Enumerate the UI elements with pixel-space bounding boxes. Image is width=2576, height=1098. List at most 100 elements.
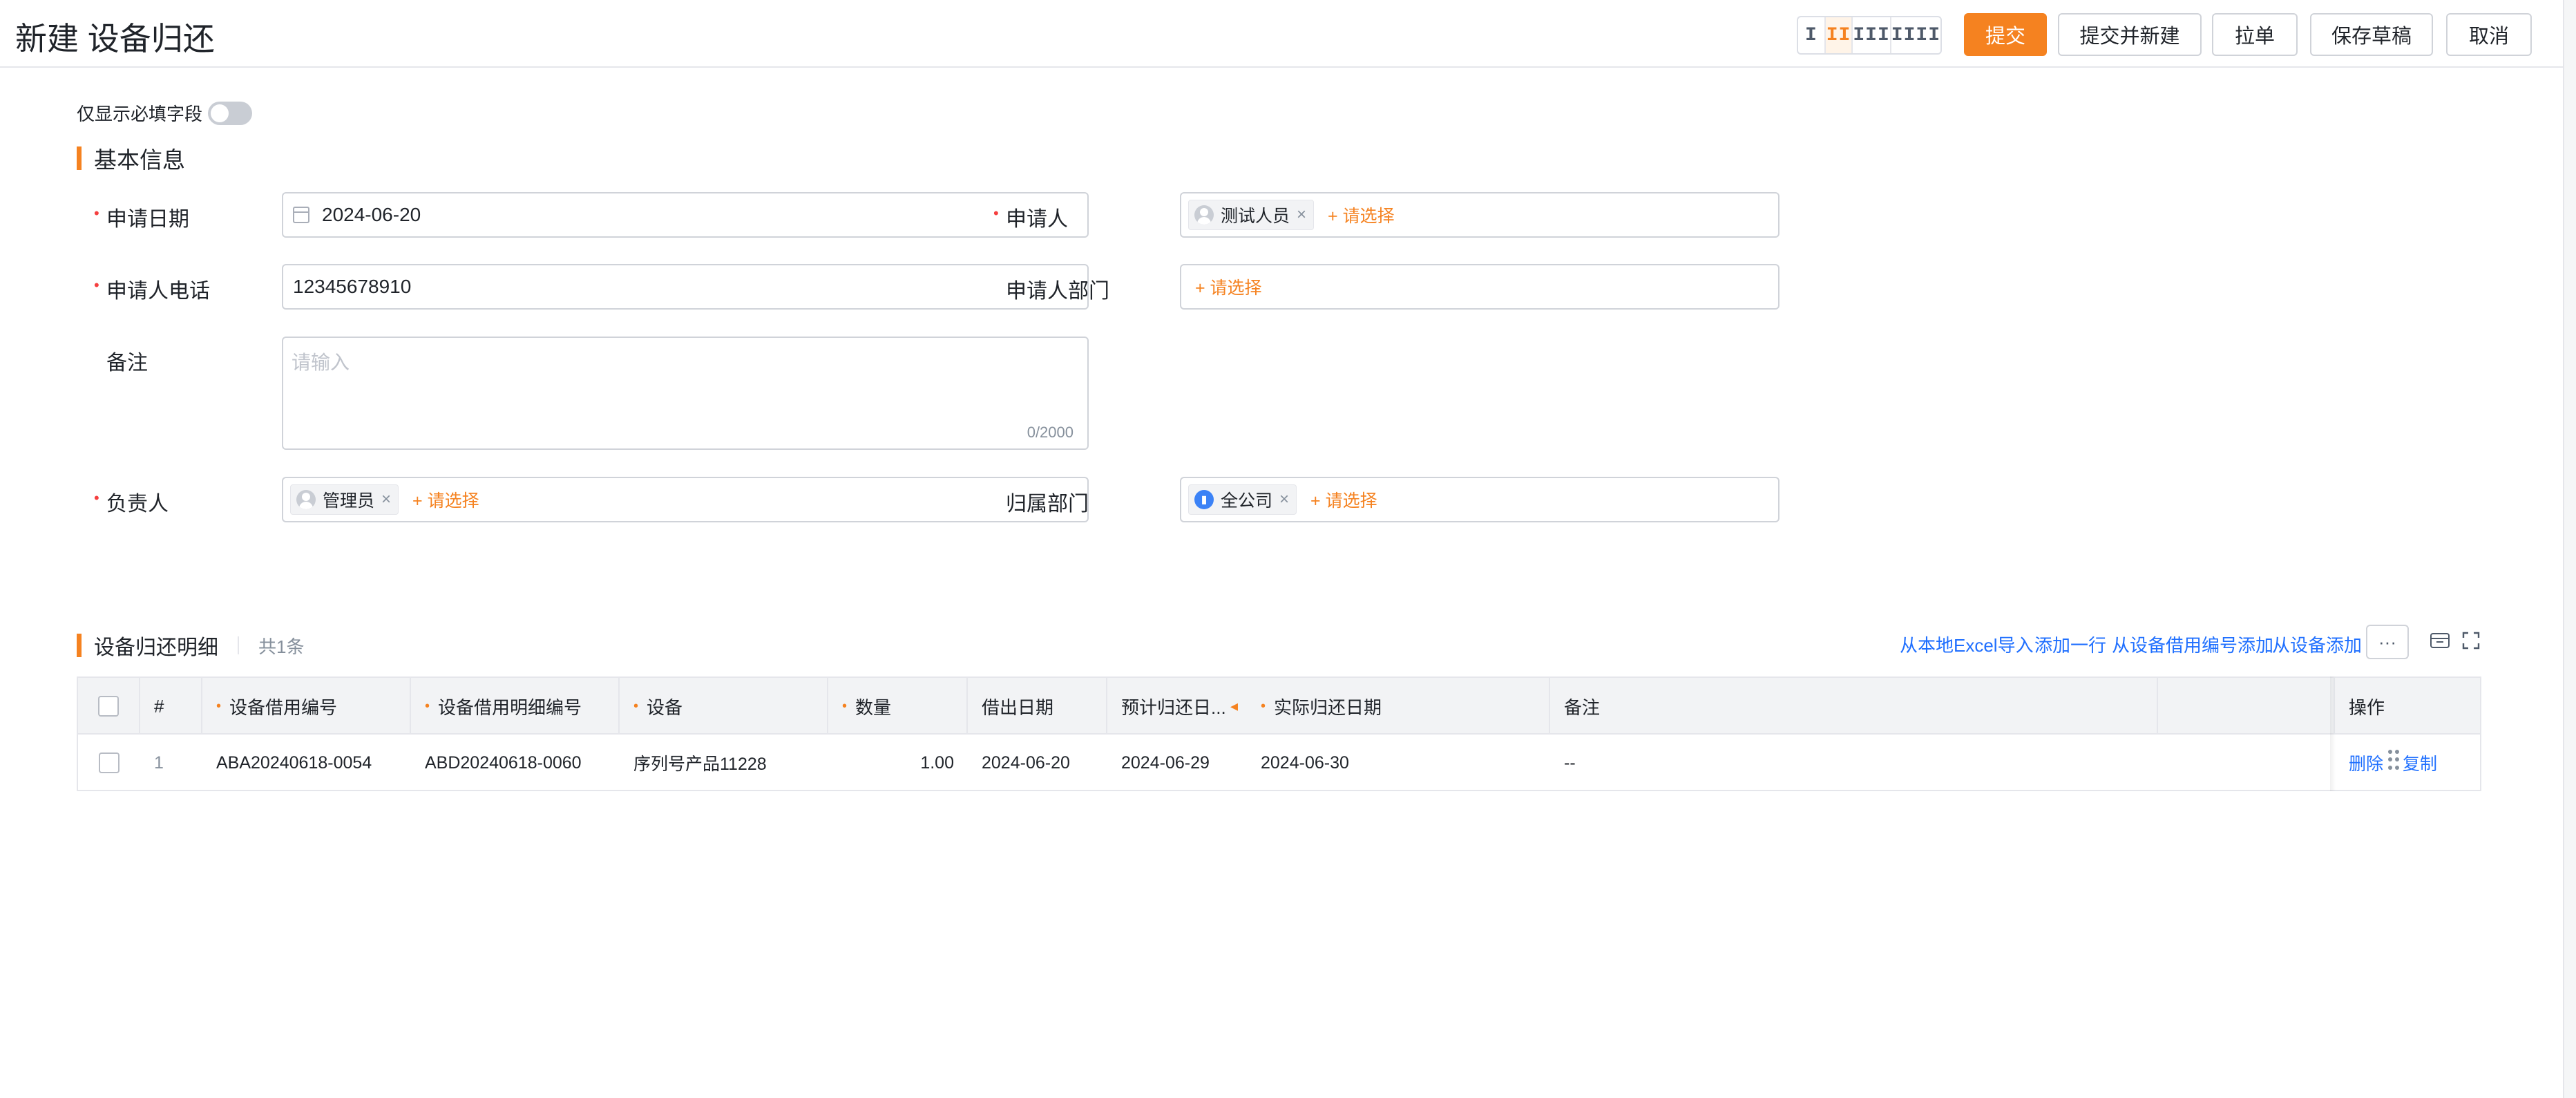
cancel-button[interactable]: 取消 xyxy=(2446,13,2532,56)
detail-section-title: 设备归还明细 xyxy=(94,636,218,659)
required-mark: • xyxy=(425,698,430,714)
col-header-index: # xyxy=(140,678,202,735)
col-header-actions: 操作 xyxy=(2349,697,2385,718)
layout-three-column-option[interactable]: III xyxy=(1853,17,1891,53)
cell-actual-date[interactable]: 2024-06-30 xyxy=(1247,735,1550,791)
add-from-device-link[interactable]: 从设备添加 xyxy=(2272,632,2362,657)
phone-input[interactable]: 12345678910 xyxy=(282,264,1089,310)
belong-dept-label: 归属部门 xyxy=(1006,493,1089,515)
belong-dept-tag: ▮ 全公司 × xyxy=(1188,484,1297,515)
col-header-borrow-no-text: 设备借用编号 xyxy=(229,697,338,718)
remove-dept-close-icon[interactable]: × xyxy=(1279,490,1289,509)
column-settings-icon[interactable] xyxy=(2430,631,2450,650)
remark-label: 备注 xyxy=(106,352,148,375)
fullscreen-icon[interactable] xyxy=(2461,631,2481,650)
applicant-label-text: 申请人 xyxy=(1006,208,1068,231)
remove-owner-close-icon[interactable]: × xyxy=(381,490,391,509)
cell-quantity[interactable]: 1.00 xyxy=(828,735,968,791)
col-header-actual-date-text: 实际归还日期 xyxy=(1274,697,1382,718)
required-mark: • xyxy=(1261,698,1266,714)
department-field[interactable]: + 请选择 xyxy=(1180,264,1780,310)
required-mark: • xyxy=(842,698,848,714)
required-mark: • xyxy=(94,276,99,294)
owner-add-link[interactable]: + 请选择 xyxy=(412,487,479,512)
pull-order-button[interactable]: 拉单 xyxy=(2212,13,2298,56)
submit-button[interactable]: 提交 xyxy=(1964,13,2047,56)
owner-field[interactable]: 管理员 × + 请选择 xyxy=(282,477,1089,522)
cell-device[interactable]: 序列号产品11228 xyxy=(620,735,828,791)
department-label: 申请人部门 xyxy=(1006,280,1109,303)
department-add-link[interactable]: + 请选择 xyxy=(1195,274,1262,299)
detail-row-count: 共1条 xyxy=(258,636,305,657)
basic-info-section-title: 基本信息 xyxy=(94,147,185,173)
section-accent-bar xyxy=(77,146,82,170)
apply-date-label-text: 申请日期 xyxy=(106,208,189,231)
owner-tag: 管理员 × xyxy=(290,484,399,515)
phone-value: 12345678910 xyxy=(293,276,412,297)
apply-date-value: 2024-06-20 xyxy=(322,204,421,225)
layout-two-column-option[interactable]: II xyxy=(1825,17,1853,53)
owner-label-text: 负责人 xyxy=(106,493,169,515)
remove-applicant-close-icon[interactable]: × xyxy=(1297,205,1306,225)
calendar-icon xyxy=(293,207,309,223)
required-mark: • xyxy=(633,698,639,714)
owner-label: • 负责人 xyxy=(94,486,169,517)
col-header-detail-no[interactable]: • 设备借用明细编号 xyxy=(411,678,620,735)
import-excel-link[interactable]: 从本地Excel导入 xyxy=(1900,632,2034,657)
phone-label: • 申请人电话 xyxy=(94,274,210,304)
applicant-add-link[interactable]: + 请选择 xyxy=(1328,202,1395,227)
copy-row-link[interactable]: 复制 xyxy=(2403,750,2437,775)
delete-row-link[interactable]: 删除 xyxy=(2349,750,2383,775)
cell-remark[interactable]: -- xyxy=(1550,735,2158,791)
page-title: 新建 设备归还 xyxy=(15,21,215,57)
layout-one-column-option[interactable]: I xyxy=(1798,17,1826,53)
cell-borrow-no[interactable]: ABA20240618-0054 xyxy=(202,735,411,791)
owner-tag-text: 管理员 xyxy=(323,491,375,511)
applicant-tag-text: 测试人员 xyxy=(1221,207,1290,226)
row-select-cell xyxy=(78,735,140,791)
required-only-toggle-row: 仅显示必填字段 xyxy=(77,100,253,126)
applicant-field[interactable]: 测试人员 × + 请选择 xyxy=(1180,192,1780,238)
page-header: 新建 设备归还 I II III IIII 提交 提交并新建 拉单 保存草稿 取… xyxy=(0,0,2563,68)
layout-four-column-option[interactable]: IIII xyxy=(1891,17,1940,53)
organization-icon: ▮ xyxy=(1194,490,1214,509)
col-header-expect-date[interactable]: 预计归还日... xyxy=(1107,678,1247,735)
belong-dept-tag-text: 全公司 xyxy=(1221,491,1273,511)
window-edge-scrollbar[interactable] xyxy=(2563,0,2576,1098)
row-checkbox[interactable] xyxy=(99,752,120,773)
belong-dept-add-link[interactable]: + 请选择 xyxy=(1310,487,1377,512)
submit-and-new-button[interactable]: 提交并新建 xyxy=(2058,13,2202,56)
apply-date-label: • 申请日期 xyxy=(94,202,189,232)
cell-out-date[interactable]: 2024-06-20 xyxy=(968,735,1107,791)
save-draft-button[interactable]: 保存草稿 xyxy=(2310,13,2433,56)
col-header-actual-date[interactable]: • 实际归还日期 xyxy=(1247,678,1550,735)
add-row-link[interactable]: 添加一行 xyxy=(2034,632,2106,657)
required-mark: • xyxy=(94,489,99,507)
apply-date-field[interactable]: 2024-06-20 xyxy=(282,192,1089,238)
col-header-borrow-no[interactable]: • 设备借用编号 xyxy=(202,678,411,735)
belong-dept-field[interactable]: ▮ 全公司 × + 请选择 xyxy=(1180,477,1780,522)
required-mark: • xyxy=(94,205,99,222)
cell-detail-no[interactable]: ABD20240618-0060 xyxy=(411,735,620,791)
col-header-quantity-text: 数量 xyxy=(855,697,892,718)
drag-handle-icon[interactable] xyxy=(2388,750,2399,770)
required-mark: • xyxy=(993,205,999,222)
select-all-checkbox[interactable] xyxy=(98,696,119,717)
col-header-device-text: 设备 xyxy=(647,697,683,718)
add-from-borrow-no-link[interactable]: 从设备借用编号添加 xyxy=(2112,632,2273,657)
fixed-column-shadow xyxy=(2330,676,2336,791)
col-header-quantity[interactable]: • 数量 xyxy=(828,678,968,735)
cell-expect-date[interactable]: 2024-06-29 xyxy=(1107,735,1247,791)
detail-table: # • 设备借用编号 • 设备借用明细编号 • 设备 • 数量 借出日期 预计归还日..… xyxy=(77,676,2481,791)
more-options-button[interactable]: ··· xyxy=(2366,625,2409,659)
col-header-blank xyxy=(2158,678,2335,735)
phone-label-text: 申请人电话 xyxy=(106,280,210,303)
col-header-out-date[interactable]: 借出日期 xyxy=(968,678,1107,735)
required-only-toggle[interactable] xyxy=(208,101,253,125)
divider xyxy=(238,636,239,654)
col-header-device[interactable]: • 设备 xyxy=(620,678,828,735)
user-avatar-icon xyxy=(1194,205,1214,225)
section-accent-bar xyxy=(77,634,82,657)
col-header-remark[interactable]: 备注 xyxy=(1550,678,2158,735)
remark-textarea[interactable]: 请输入 0/2000 xyxy=(282,337,1089,450)
